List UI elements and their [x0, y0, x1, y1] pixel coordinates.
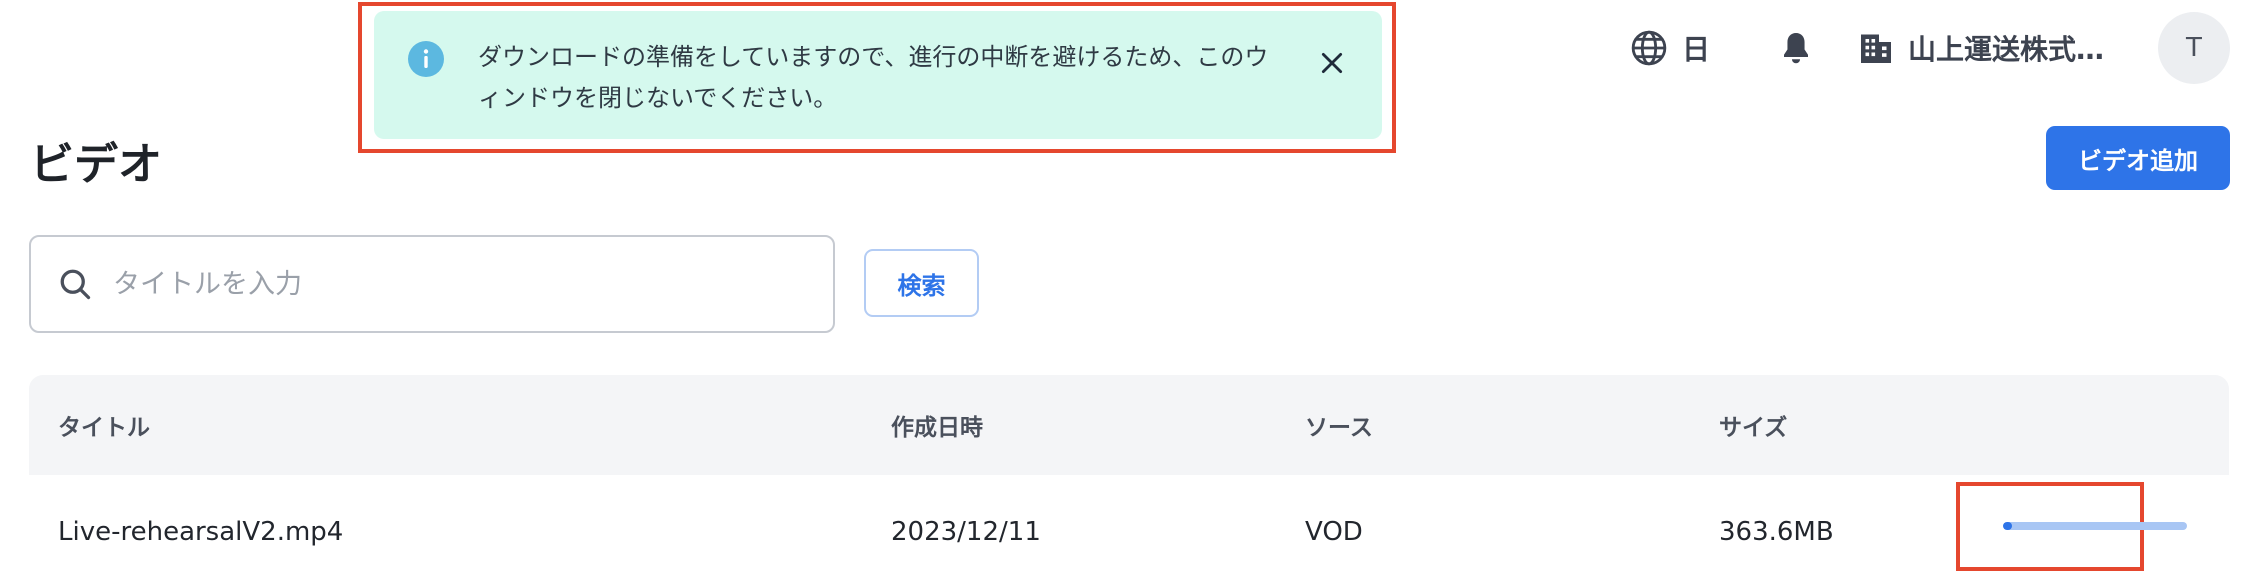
table-row[interactable]: Live-rehearsalV2.mp4 2023/12/11 VOD 363.… — [29, 475, 2229, 588]
bell-icon — [1784, 33, 1808, 64]
language-switcher[interactable]: 日 — [1630, 28, 1710, 68]
globe-icon — [1631, 30, 1667, 66]
close-icon — [1321, 52, 1343, 74]
download-progress-fill — [2003, 522, 2013, 530]
company-switcher[interactable]: 山上運送株式会社 — [1858, 28, 2114, 68]
column-header-source[interactable]: ソース — [1305, 408, 1373, 442]
page-title: ビデオ — [30, 139, 162, 190]
source-cell: VOD — [1305, 516, 1363, 547]
toast-message: ダウンロードの準備をしていますので、進行の中断を避けるため、このウィンドウを閉じ… — [478, 43, 1269, 112]
column-header-size[interactable]: サイズ — [1719, 408, 1787, 442]
size-cell: 363.6MB — [1719, 516, 1834, 547]
building-icon — [1861, 34, 1891, 63]
language-label: 日 — [1681, 33, 1710, 66]
notifications-button[interactable] — [1778, 29, 1814, 67]
add-video-button[interactable]: ビデオ追加 — [2046, 126, 2230, 190]
table-header: タイトル 作成日時 ソース サイズ — [29, 375, 2229, 475]
user-avatar[interactable]: T — [2158, 12, 2230, 84]
header-actions: 日 山上運送株式会社 T — [1630, 12, 2230, 84]
column-header-title[interactable]: タイトル — [58, 408, 150, 442]
info-icon — [408, 41, 444, 77]
column-header-created-at[interactable]: 作成日時 — [891, 408, 983, 442]
download-progress-bar — [2003, 522, 2187, 530]
avatar-initial: T — [2186, 33, 2202, 63]
company-label: 山上運送株式会社 — [1908, 33, 2114, 66]
toast-close-button[interactable] — [1314, 45, 1350, 81]
created-at-cell: 2023/12/11 — [891, 516, 1041, 547]
search-field[interactable] — [29, 235, 835, 333]
video-page: 日 山上運送株式会社 T ダウンロードの準備をしていますので、進行の中断を避ける… — [0, 0, 2244, 588]
search-button[interactable]: 検索 — [864, 249, 979, 317]
download-toast: ダウンロードの準備をしていますので、進行の中断を避けるため、このウィンドウを閉じ… — [374, 11, 1382, 139]
video-table: タイトル 作成日時 ソース サイズ Live-rehearsalV2.mp4 2… — [29, 375, 2229, 588]
search-icon — [60, 269, 91, 300]
video-title-cell[interactable]: Live-rehearsalV2.mp4 — [58, 517, 343, 547]
search-input[interactable] — [113, 268, 793, 300]
